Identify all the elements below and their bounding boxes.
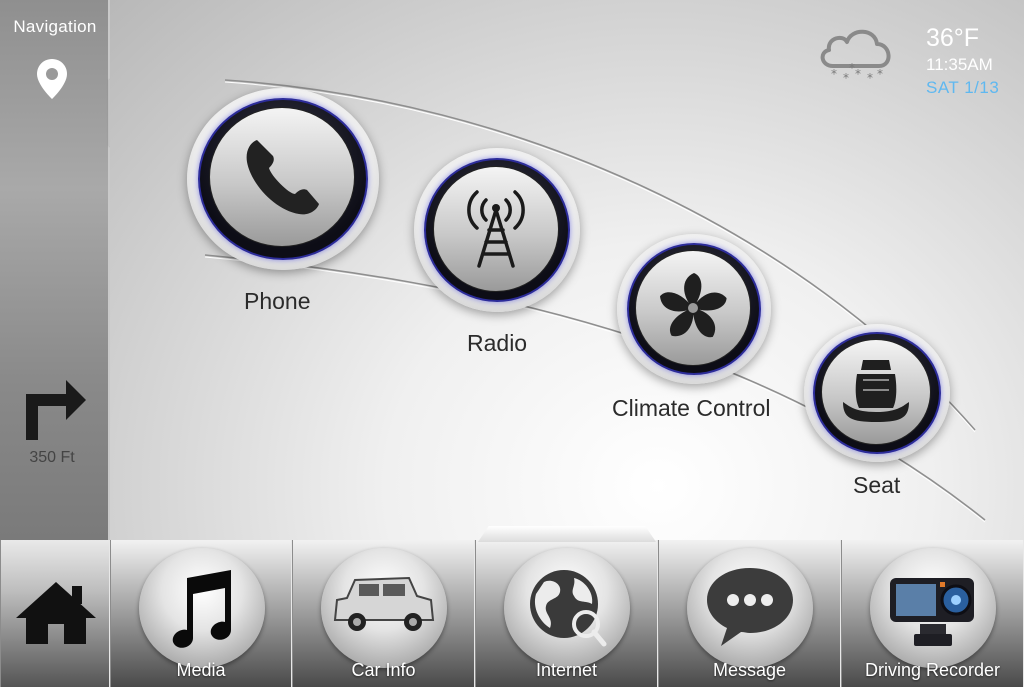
date: SAT 1/13	[926, 78, 1000, 97]
driving-recorder-label: Driving Recorder	[864, 660, 1001, 680]
clock-time: 11:35AM	[926, 55, 993, 74]
svg-text:*: *	[855, 67, 861, 81]
navigation-title: Navigation	[13, 17, 97, 36]
internet-button[interactable]: Internet	[475, 540, 658, 687]
internet-label: Internet	[535, 660, 598, 680]
map-pin-icon[interactable]	[36, 58, 68, 100]
turn-right-arrow-icon	[26, 380, 86, 440]
turn-distance: 350 Ft	[29, 449, 75, 466]
message-button[interactable]: Message	[658, 540, 841, 687]
car-icon	[333, 576, 435, 631]
car-info-label: Car Info	[351, 660, 416, 680]
music-note-icon	[172, 570, 231, 648]
temperature: 36°F	[926, 24, 980, 52]
seat-label: Seat	[853, 472, 901, 498]
radio-label: Radio	[467, 330, 528, 356]
phone-icon	[246, 140, 319, 215]
navigation-panel[interactable]: Navigation 350 Ft	[0, 0, 110, 540]
media-label: Media	[176, 660, 226, 680]
globe-search-icon	[530, 570, 607, 647]
seat-button[interactable]	[804, 324, 950, 462]
radio-tower-icon	[467, 190, 525, 268]
svg-text:*: *	[867, 71, 873, 84]
car-info-button[interactable]: Car Info	[292, 540, 475, 687]
phone-button[interactable]	[187, 88, 379, 270]
message-label: Message	[712, 660, 787, 680]
phone-label: Phone	[244, 288, 311, 314]
media-button[interactable]: Media	[110, 540, 292, 687]
seat-icon	[843, 360, 909, 422]
snow-cloud-icon: * * * * **	[820, 29, 891, 84]
home-icon	[16, 582, 96, 644]
fan-icon	[660, 273, 727, 338]
svg-text:*: *	[849, 61, 855, 75]
climate-control-button[interactable]	[617, 234, 771, 384]
climate-control-label: Climate Control	[612, 395, 771, 421]
home-button[interactable]	[0, 540, 110, 687]
driving-recorder-button[interactable]: Driving Recorder	[841, 540, 1024, 687]
dashcam-icon	[890, 578, 974, 646]
radio-button[interactable]	[414, 148, 580, 312]
svg-text:*: *	[831, 67, 837, 81]
chat-bubble-icon	[707, 568, 793, 646]
svg-text:*: *	[877, 67, 883, 81]
